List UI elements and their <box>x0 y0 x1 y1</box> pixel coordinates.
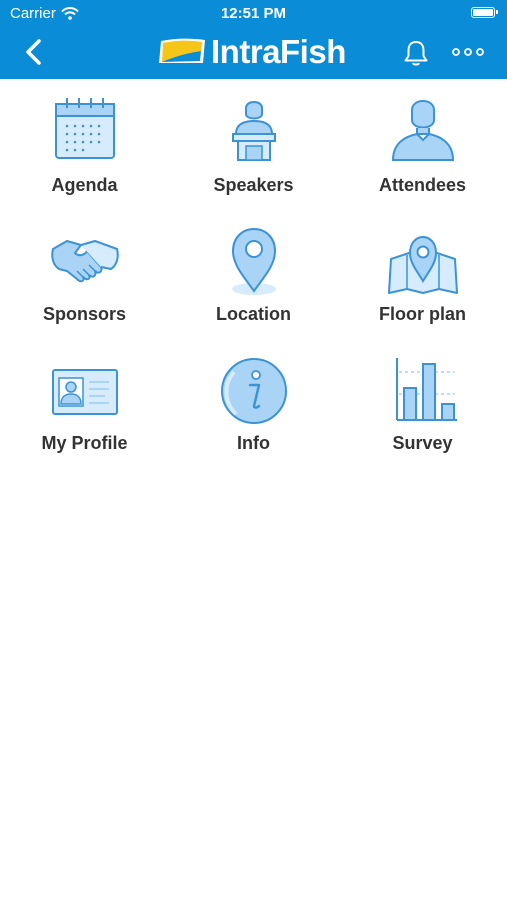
logo-text: IntraFish <box>211 33 346 70</box>
more-horizontal-icon[interactable] <box>450 43 486 61</box>
menu-label-attendees: Attendees <box>378 175 467 195</box>
menu-item-my-profile[interactable]: My Profile <box>0 338 169 467</box>
menu-item-info[interactable]: Info <box>169 338 338 467</box>
speaker-podium-icon <box>231 101 276 161</box>
menu-item-agenda[interactable]: Agenda <box>0 80 169 209</box>
menu-item-survey[interactable]: Survey <box>338 338 507 467</box>
chevron-left-icon[interactable] <box>22 38 46 66</box>
menu-label-agenda: Agenda <box>51 175 118 195</box>
app-header: Carrier 12:51 PM IntraFish <box>0 0 507 79</box>
battery-icon <box>471 7 498 18</box>
menu-item-sponsors[interactable]: Sponsors <box>0 209 169 338</box>
bar-chart-icon <box>395 358 457 421</box>
menu-label-sponsors: Sponsors <box>42 304 126 324</box>
menu-item-speakers[interactable]: Speakers <box>169 80 338 209</box>
menu-label-floor-plan: Floor plan <box>379 304 466 324</box>
location-pin-icon <box>231 227 276 295</box>
handshake-icon <box>50 240 119 283</box>
menu-label-location: Location <box>216 304 291 324</box>
menu-item-attendees[interactable]: Attendees <box>338 80 507 209</box>
bell-icon[interactable] <box>401 38 431 68</box>
intrafish-logo: IntraFish <box>157 35 346 69</box>
calendar-icon <box>54 98 115 159</box>
menu-label-survey: Survey <box>392 433 453 453</box>
info-icon <box>220 358 287 424</box>
id-card-icon <box>51 369 118 415</box>
status-time: 12:51 PM <box>220 5 287 22</box>
status-bar: Carrier 12:51 PM <box>0 0 507 28</box>
person-icon <box>391 100 454 161</box>
menu-label-speakers: Speakers <box>213 175 294 195</box>
menu-item-floor-plan[interactable]: Floor plan <box>338 209 507 338</box>
logo-mark-icon <box>159 38 205 63</box>
menu-label-info: Info <box>237 433 270 453</box>
menu-label-my-profile: My Profile <box>41 433 128 453</box>
menu-item-location[interactable]: Location <box>169 209 338 338</box>
map-pin-icon <box>387 235 458 294</box>
